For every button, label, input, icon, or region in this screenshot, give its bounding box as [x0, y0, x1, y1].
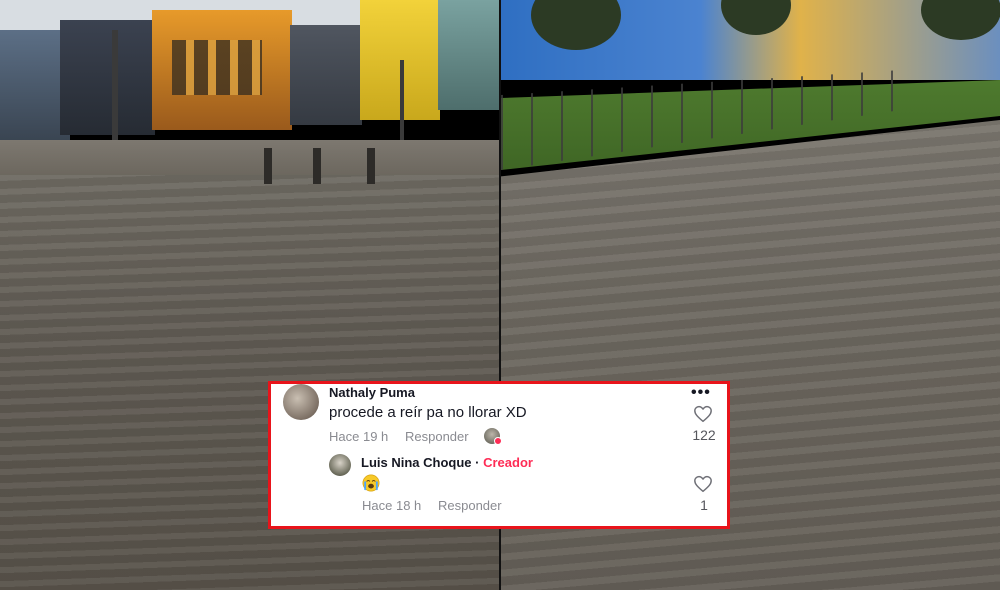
user-avatar[interactable] [283, 384, 319, 420]
separator: · [475, 455, 480, 470]
bollard [264, 148, 272, 184]
user-avatar[interactable] [329, 454, 351, 476]
more-options-icon[interactable]: ••• [691, 384, 711, 402]
reply-timestamp: Hace 18 h [362, 498, 422, 513]
like-heart-icon[interactable] [693, 405, 713, 423]
sidewalk [0, 140, 499, 180]
like-count: 1 [700, 497, 708, 513]
bollard [313, 148, 321, 184]
comment-card: Nathaly Puma procede a reír pa no llorar… [268, 381, 730, 529]
building [60, 20, 155, 135]
bollard [367, 148, 375, 184]
reply-button[interactable]: Responder [405, 429, 469, 444]
reply-username-line: Luis Nina Choque · Creador [361, 455, 533, 470]
reply-button[interactable]: Responder [438, 498, 502, 513]
reply-username[interactable]: Luis Nina Choque [361, 455, 472, 470]
traffic-light-pole [400, 60, 404, 150]
crying-face-emoji-icon [362, 474, 380, 492]
comment-username[interactable]: Nathaly Puma [329, 385, 415, 400]
street-pole [112, 30, 118, 150]
building [290, 25, 362, 125]
creator-badge: Creador [483, 455, 533, 470]
like-count: 122 [692, 427, 716, 443]
building [152, 10, 292, 130]
like-heart-icon[interactable] [693, 475, 713, 493]
creator-liked-heart-icon [494, 437, 502, 445]
comment-timestamp: Hace 19 h [329, 429, 389, 444]
building [438, 0, 499, 110]
comment-text: procede a reír pa no llorar XD [329, 404, 527, 421]
